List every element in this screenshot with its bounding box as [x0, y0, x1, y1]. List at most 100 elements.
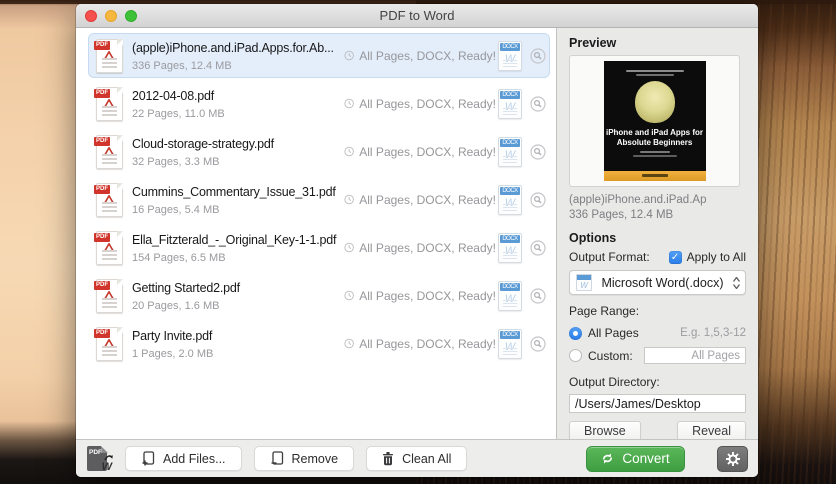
app-logo-icon: PDF W [86, 445, 113, 473]
file-name: Cummins_Commentary_Issue_31.pdf [132, 185, 336, 199]
preview-magnifier-button[interactable] [530, 287, 546, 304]
docx-file-icon: DOCX W [498, 232, 522, 263]
file-row[interactable]: PDF 2012-04-08.pdf 22 Pages, 11.0 MB All [88, 81, 550, 126]
file-status-text: All Pages, DOCX, Ready! [359, 336, 496, 351]
book-title-line2: Absolute Beginners [616, 137, 693, 147]
output-directory-label: Output Directory: [569, 375, 660, 389]
pdf-file-icon: PDF [94, 182, 123, 217]
output-format-value: Microsoft Word(.docx) [601, 275, 724, 290]
gear-icon [725, 451, 740, 466]
title-bar: PDF to Word [76, 4, 758, 28]
convert-button[interactable]: Convert [586, 445, 685, 472]
file-list: PDF (apple)iPhone.and.iPad.Apps.for.Ab..… [76, 28, 556, 439]
file-info: 22 Pages, 11.0 MB [132, 108, 225, 120]
custom-range-input[interactable] [644, 347, 746, 364]
docx-file-icon: DOCX W [498, 136, 522, 167]
file-info: 20 Pages, 1.6 MB [132, 300, 220, 312]
file-name: Cloud-storage-strategy.pdf [132, 137, 274, 151]
output-directory-input[interactable] [569, 394, 746, 413]
main-content: PDF (apple)iPhone.and.iPad.Apps.for.Ab..… [76, 28, 758, 439]
pdf-file-icon: PDF [94, 134, 123, 169]
browse-button[interactable]: Browse [569, 421, 641, 439]
file-row[interactable]: PDF Getting Started2.pdf 20 Pages, 1.6 M… [88, 273, 550, 318]
magnifier-icon [530, 47, 546, 64]
preview-file-info: 336 Pages, 12.4 MB [569, 209, 674, 221]
clean-all-button[interactable]: Clean All [366, 446, 468, 471]
file-info: 16 Pages, 5.4 MB [132, 204, 220, 216]
file-status-text: All Pages, DOCX, Ready! [359, 96, 496, 111]
convert-sync-icon [603, 453, 613, 464]
settings-panel: Preview iPhone and iPad Apps for Absolut… [556, 28, 758, 439]
file-status-text: All Pages, DOCX, Ready! [359, 240, 496, 255]
preview-magnifier-button[interactable] [530, 239, 546, 256]
window-title: PDF to Word [379, 8, 455, 23]
docx-file-icon: DOCX W [498, 328, 522, 359]
file-status-text: All Pages, DOCX, Ready! [359, 288, 496, 303]
custom-range-label: Custom: [588, 348, 633, 363]
remove-button[interactable]: Remove [253, 446, 355, 471]
pdf-file-icon: PDF [94, 230, 123, 265]
docx-file-icon: DOCX W [498, 184, 522, 215]
custom-range-radio[interactable] [569, 349, 582, 362]
apply-to-all-checkbox[interactable]: ✓ [668, 250, 682, 264]
pdf-file-icon: PDF [94, 278, 123, 313]
close-button[interactable] [85, 10, 97, 22]
output-format-label: Output Format: [569, 250, 650, 264]
docx-file-icon: DOCX W [498, 40, 522, 71]
file-name: 2012-04-08.pdf [132, 89, 214, 103]
preview-heading: Preview [569, 36, 617, 50]
file-info: 154 Pages, 6.5 MB [132, 252, 226, 264]
preview-magnifier-button[interactable] [530, 335, 546, 352]
apply-to-all-control[interactable]: ✓ Apply to All [668, 250, 746, 264]
preview-magnifier-button[interactable] [530, 95, 546, 112]
select-stepper-icon [733, 276, 740, 289]
word-doc-icon: W [576, 274, 592, 291]
remove-file-icon [271, 451, 283, 465]
file-name: Ella_Fitzterald_-_Original_Key-1-1.pdf [132, 233, 337, 247]
preview-magnifier-button[interactable] [530, 143, 546, 160]
settings-button[interactable] [717, 445, 748, 472]
magnifier-icon [530, 95, 546, 112]
add-file-icon [142, 451, 155, 466]
range-example-hint: E.g. 1,5,3-12 [680, 327, 746, 339]
magnifier-icon [530, 335, 546, 352]
file-row[interactable]: PDF Party Invite.pdf 1 Pages, 2.0 MB All [88, 321, 550, 366]
clock-status-icon [344, 98, 354, 109]
magnifier-icon [530, 239, 546, 256]
all-pages-radio[interactable] [569, 326, 582, 340]
clock-status-icon [344, 290, 354, 301]
preview-magnifier-button[interactable] [530, 191, 546, 208]
zoom-button[interactable] [125, 10, 137, 22]
window-controls [85, 10, 137, 22]
minimize-button[interactable] [105, 10, 117, 22]
file-info: 336 Pages, 12.4 MB [132, 60, 232, 72]
docx-file-icon: DOCX W [498, 88, 522, 119]
docx-file-icon: DOCX W [498, 280, 522, 311]
file-row[interactable]: PDF Ella_Fitzterald_-_Original_Key-1-1.p… [88, 225, 550, 270]
clock-status-icon [344, 146, 354, 157]
preview-magnifier-button[interactable] [530, 47, 546, 64]
magnifier-icon [530, 287, 546, 304]
magnifier-icon [530, 143, 546, 160]
file-name: Party Invite.pdf [132, 329, 213, 343]
file-row[interactable]: PDF Cummins_Commentary_Issue_31.pdf 16 P… [88, 177, 550, 222]
clock-status-icon [344, 194, 354, 205]
add-files-button[interactable]: Add Files... [125, 446, 242, 471]
file-info: 32 Pages, 3.3 MB [132, 156, 220, 168]
output-format-select[interactable]: W Microsoft Word(.docx) [569, 270, 746, 295]
book-title-line1: iPhone and iPad Apps for [605, 128, 704, 137]
file-name: Getting Started2.pdf [132, 281, 240, 295]
pdf-file-icon: PDF [94, 86, 123, 121]
clock-status-icon [344, 338, 354, 349]
file-row[interactable]: PDF (apple)iPhone.and.iPad.Apps.for.Ab..… [88, 33, 550, 78]
trash-icon [383, 451, 394, 465]
file-status-text: All Pages, DOCX, Ready! [359, 48, 496, 63]
apply-to-all-label: Apply to All [686, 250, 746, 264]
all-pages-label: All Pages [588, 326, 639, 340]
clock-status-icon [344, 242, 354, 253]
app-window: PDF to Word PDF (apple)iPhone.and.iPad.A… [76, 4, 758, 477]
reveal-button[interactable]: Reveal [677, 421, 746, 439]
file-row[interactable]: PDF Cloud-storage-strategy.pdf 32 Pages,… [88, 129, 550, 174]
file-status-text: All Pages, DOCX, Ready! [359, 192, 496, 207]
page-range-label: Page Range: [569, 304, 640, 318]
